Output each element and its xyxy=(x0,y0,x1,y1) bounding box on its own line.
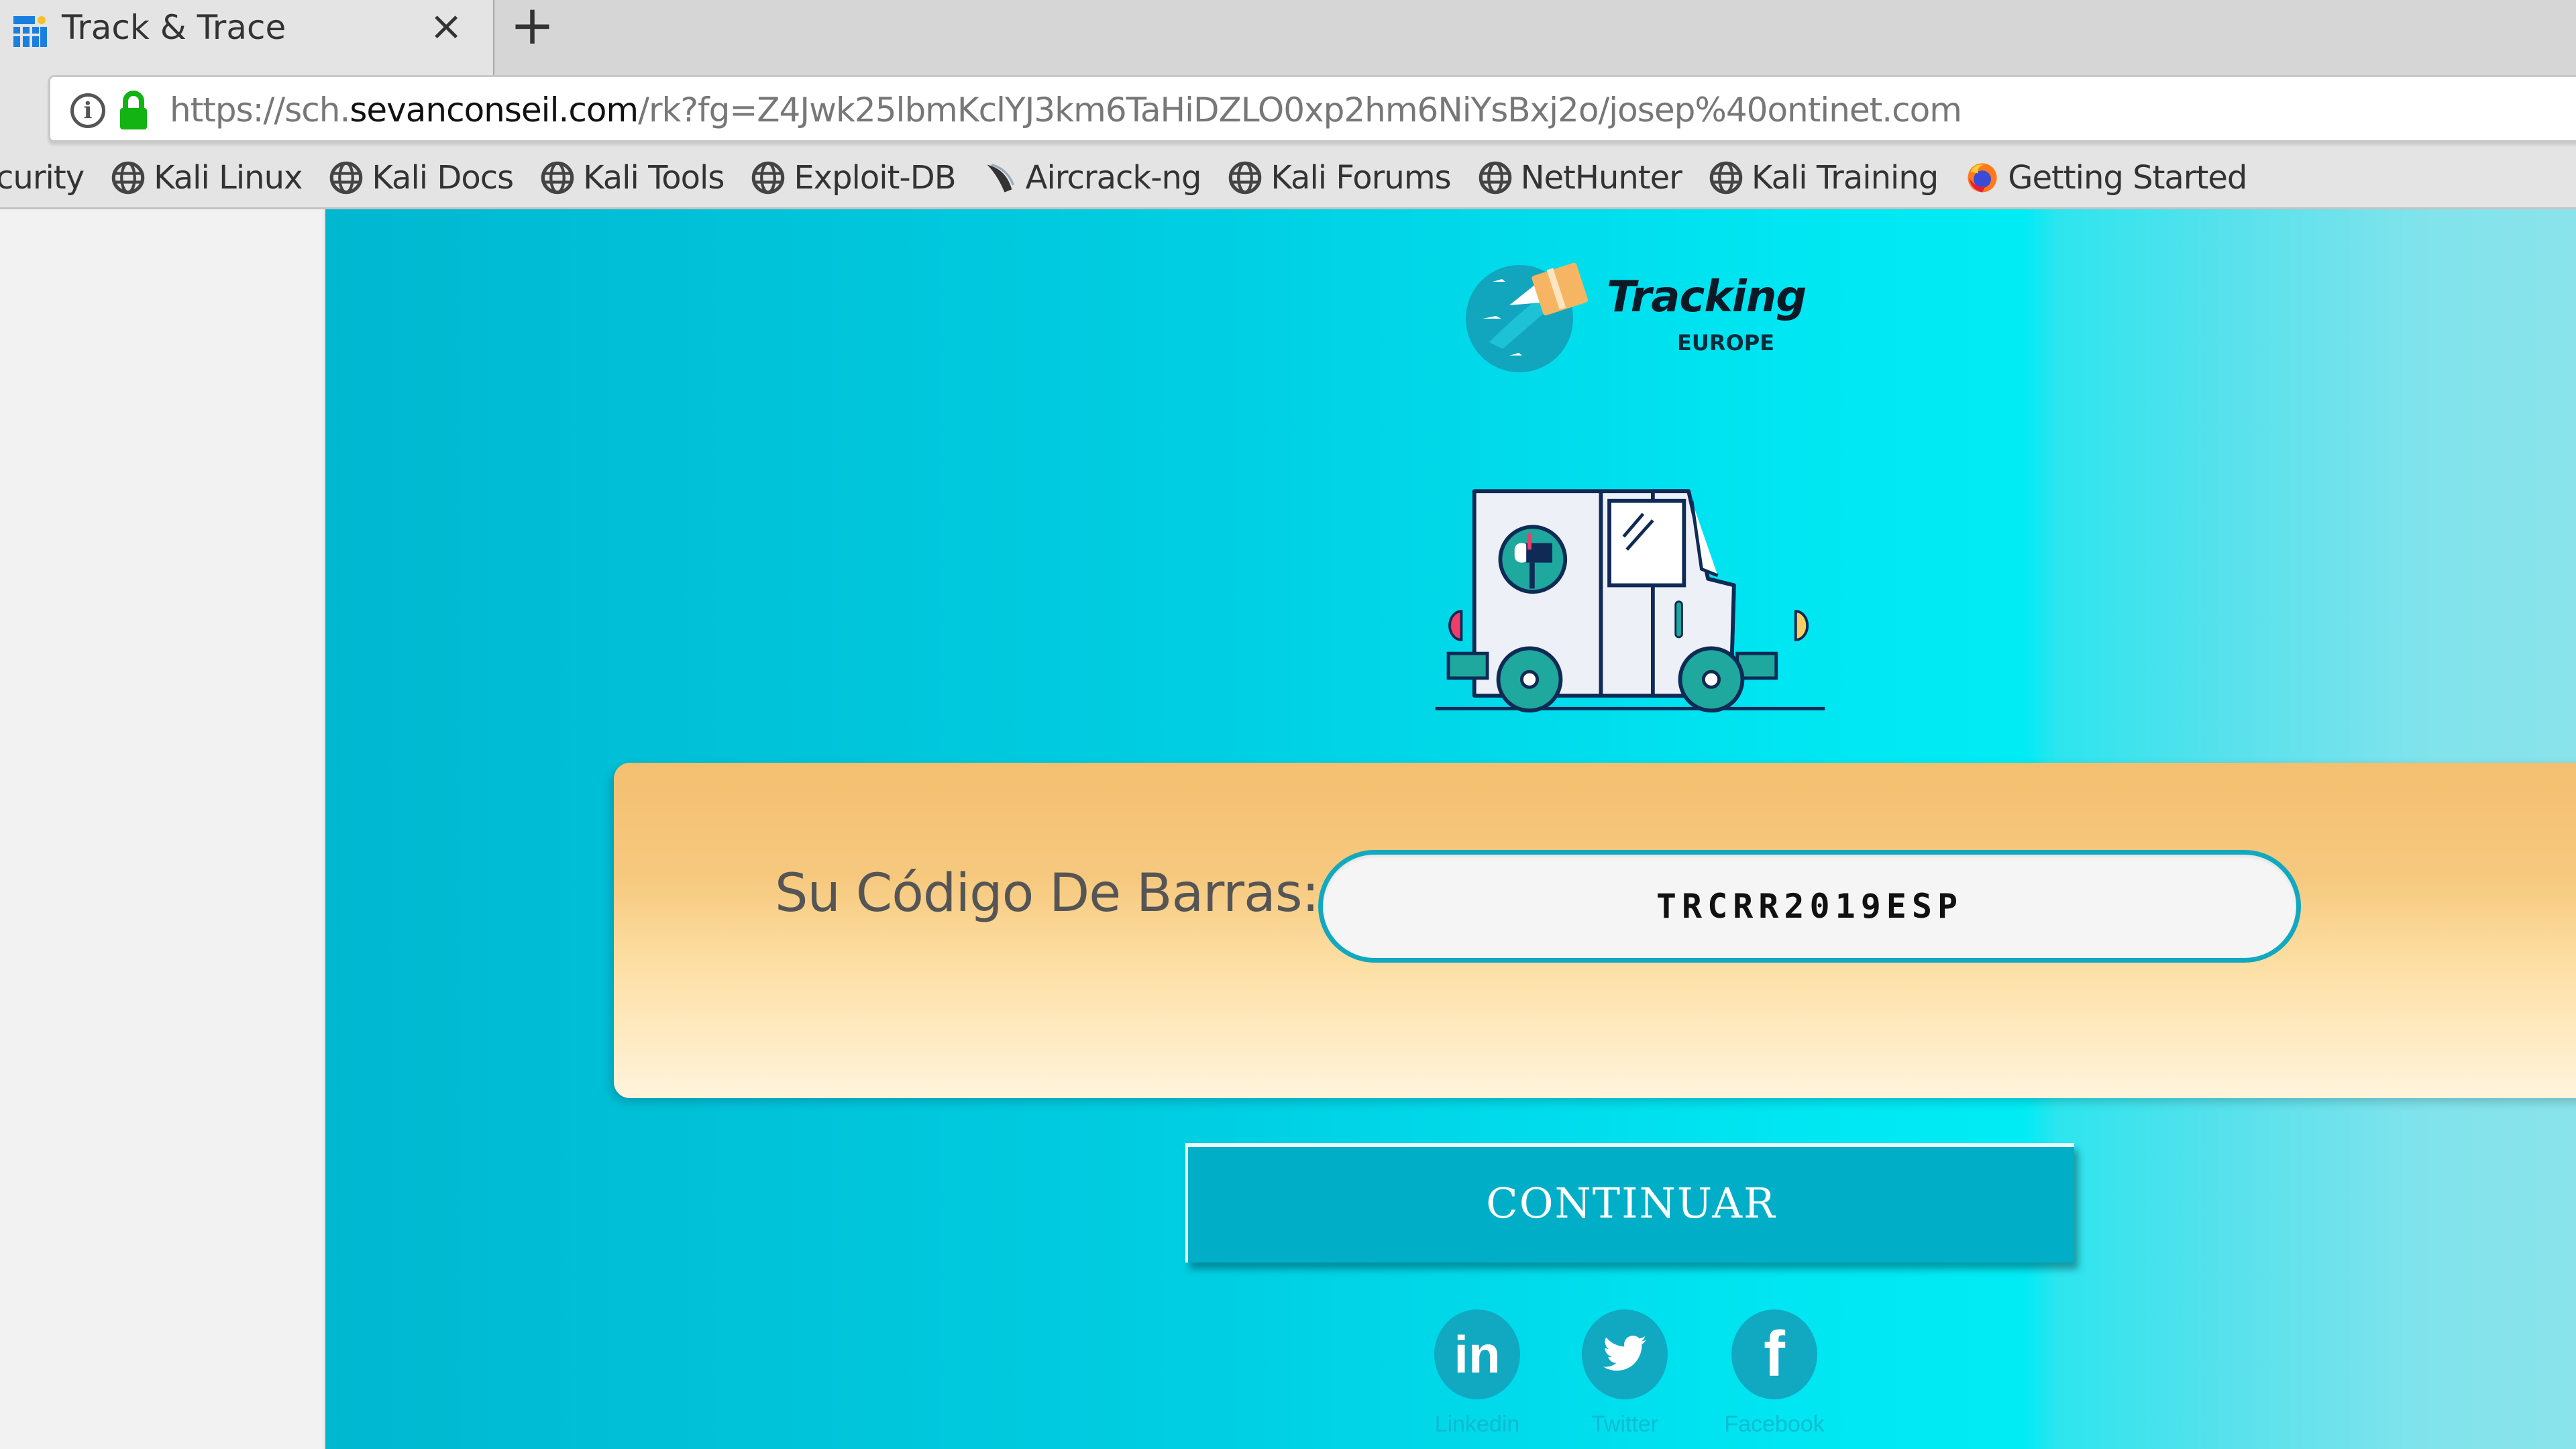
twitter-bird-icon xyxy=(1603,1336,1647,1371)
bookmarks-toolbar: curity Kali Linux Kali Docs Kali Tools E… xyxy=(0,148,2576,209)
globe-icon xyxy=(111,161,145,194)
linkedin-icon: in xyxy=(1434,1309,1520,1399)
bookmark-label: Getting Started xyxy=(2008,158,2247,197)
globe-icon xyxy=(330,161,363,194)
grid-icon xyxy=(13,16,47,47)
info-icon[interactable]: i xyxy=(70,93,105,128)
facebook-link[interactable]: f Facebook xyxy=(1717,1309,1831,1438)
tracking-page: Tracking EUROPE Su Código De Barras: CON… xyxy=(325,209,2576,1449)
globe-icon xyxy=(1479,161,1511,194)
url-prefix: https://sch. xyxy=(170,91,350,129)
lock-icon[interactable] xyxy=(117,91,150,131)
globe-package-icon xyxy=(1466,262,1589,372)
bookmark-label: curity xyxy=(0,158,85,197)
firefox-icon xyxy=(1968,162,1997,193)
globe-icon xyxy=(1709,161,1743,194)
bookmark-label: Kali Docs xyxy=(372,158,514,197)
globe-icon xyxy=(541,161,574,194)
bookmark-aircrack-ng[interactable]: Aircrack-ng xyxy=(983,159,1201,197)
bookmark-getting-started[interactable]: Getting Started xyxy=(1965,159,2247,197)
facebook-label: Facebook xyxy=(1724,1411,1825,1437)
bookmark-nethunter[interactable]: NetHunter xyxy=(1478,159,1682,197)
bookmark-security[interactable]: curity xyxy=(0,158,85,197)
barcode-form-card: Su Código De Barras: xyxy=(614,763,2576,1098)
aircrack-icon xyxy=(987,163,1014,193)
twitter-link[interactable]: Twitter xyxy=(1568,1309,1682,1438)
globe-icon xyxy=(752,161,785,194)
left-margin-panel xyxy=(0,209,325,1449)
bookmark-label: Aircrack-ng xyxy=(1025,158,1202,197)
facebook-icon: f xyxy=(1731,1309,1817,1399)
logo-title: Tracking xyxy=(1607,272,1807,322)
bookmark-label: NetHunter xyxy=(1520,158,1682,197)
twitter-icon xyxy=(1582,1309,1668,1399)
bookmark-exploit-db[interactable]: Exploit-DB xyxy=(751,158,957,197)
tracking-europe-logo[interactable]: Tracking EUROPE xyxy=(1462,255,1811,376)
twitter-label: Twitter xyxy=(1591,1411,1659,1437)
linkedin-glyph: in xyxy=(1454,1324,1501,1384)
delivery-van-illustration xyxy=(1435,489,1825,713)
linkedin-link[interactable]: in Linkedin xyxy=(1420,1309,1534,1438)
barcode-label: Su Código De Barras: xyxy=(775,863,1320,924)
bookmark-kali-linux[interactable]: Kali Linux xyxy=(111,158,303,197)
tab-title: Track & Trace xyxy=(62,8,286,47)
bookmark-label: Kali Tools xyxy=(583,158,724,197)
bookmark-label: Kali Forums xyxy=(1271,158,1451,197)
continue-button[interactable]: CONTINUAR xyxy=(1185,1143,2074,1263)
bookmark-kali-docs[interactable]: Kali Docs xyxy=(329,158,514,197)
facebook-glyph: f xyxy=(1764,1318,1785,1390)
bookmark-label: Kali Linux xyxy=(154,158,303,197)
bookmark-kali-forums[interactable]: Kali Forums xyxy=(1228,158,1452,197)
close-tab-icon[interactable]: × xyxy=(429,3,463,50)
url-bar[interactable]: i https://sch.sevanconseil.com/rk?fg=Z4J… xyxy=(48,75,2576,142)
new-tab-button[interactable]: + xyxy=(510,0,555,52)
barcode-input[interactable] xyxy=(1318,850,2301,963)
bookmark-label: Kali Training xyxy=(1751,158,1939,197)
bookmark-kali-training[interactable]: Kali Training xyxy=(1709,158,1939,197)
globe-icon xyxy=(1229,161,1262,194)
bookmark-kali-tools[interactable]: Kali Tools xyxy=(540,159,724,197)
logo-subtitle: EUROPE xyxy=(1677,330,1774,356)
url-path: /rk?fg=Z4Jwk25lbmKclYJ3km6TaHiDZLO0xp2hm… xyxy=(638,91,1962,129)
linkedin-label: Linkedin xyxy=(1434,1411,1520,1437)
url-text[interactable]: https://sch.sevanconseil.com/rk?fg=Z4Jwk… xyxy=(170,89,1962,131)
url-domain: sevanconseil.com xyxy=(350,91,639,129)
bookmark-label: Exploit-DB xyxy=(794,158,956,197)
